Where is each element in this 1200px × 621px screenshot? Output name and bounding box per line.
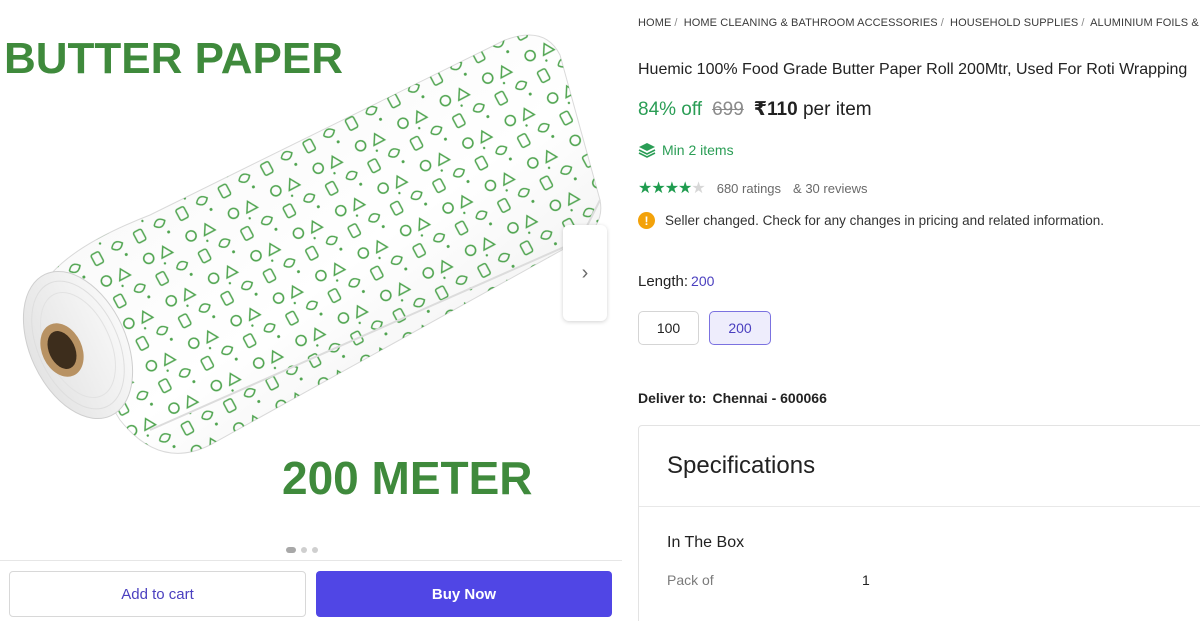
spec-key-pack-of: Pack of bbox=[667, 572, 714, 588]
star-rating: ★★★★★ bbox=[638, 180, 706, 197]
buy-now-button[interactable]: Buy Now bbox=[316, 571, 612, 617]
purchase-action-bar: Add to cart Buy Now bbox=[0, 560, 622, 621]
min-items-text: Min 2 items bbox=[662, 142, 734, 158]
length-option-100[interactable]: 100 bbox=[638, 311, 699, 345]
selling-price: ₹110 per item bbox=[754, 98, 872, 121]
specifications-title: Specifications bbox=[667, 452, 816, 479]
breadcrumb-household-supplies[interactable]: HOUSEHOLD SUPPLIES bbox=[950, 17, 1078, 29]
spec-section-in-the-box: In The Box bbox=[667, 534, 745, 551]
seller-changed-notice: ! Seller changed. Check for any changes … bbox=[638, 212, 1104, 229]
price-unit: per item bbox=[802, 99, 872, 120]
reviews-count: & 30 reviews bbox=[793, 180, 868, 196]
price-row: 84% off 699 ₹110 per item bbox=[638, 98, 872, 121]
breadcrumb: HOME / HOME CLEANING & BATHROOM ACCESSORI… bbox=[638, 17, 1200, 29]
image-heading-text: BUTTER PAPER bbox=[4, 34, 343, 83]
notice-text: Seller changed. Check for any changes in… bbox=[665, 213, 1105, 228]
deliver-city: Chennai - 600066 bbox=[712, 390, 827, 406]
add-to-cart-button[interactable]: Add to cart bbox=[9, 571, 306, 617]
product-details: HOME / HOME CLEANING & BATHROOM ACCESSORI… bbox=[638, 0, 1200, 621]
breadcrumb-home[interactable]: HOME bbox=[638, 17, 671, 29]
breadcrumb-home-cleaning[interactable]: HOME CLEANING & BATHROOM ACCESSORIES bbox=[684, 17, 938, 29]
breadcrumb-separator: / bbox=[940, 17, 944, 29]
image-caption-text: 200 METER bbox=[282, 452, 533, 504]
deliver-label: Deliver to: bbox=[638, 390, 707, 406]
length-selector-label: Length: 200 bbox=[638, 273, 714, 290]
next-image-button[interactable]: › bbox=[563, 225, 607, 321]
product-title: Huemic 100% Food Grade Butter Paper Roll… bbox=[638, 61, 1188, 78]
delivery-location[interactable]: Deliver to: Chennai - 600066 bbox=[638, 390, 827, 406]
discount-percent: 84% off bbox=[638, 99, 703, 120]
carousel-dot-1[interactable] bbox=[286, 547, 296, 553]
original-price: 699 bbox=[712, 99, 744, 120]
product-image-gallery[interactable]: BUTTER PAPER 200 METER › bbox=[0, 0, 620, 560]
layers-icon bbox=[638, 143, 656, 158]
length-option-200[interactable]: 200 bbox=[709, 311, 771, 345]
spec-value-pack-of: 1 bbox=[862, 572, 870, 588]
carousel-dots bbox=[286, 547, 318, 553]
ratings-count: 680 ratings bbox=[716, 180, 782, 196]
ratings-summary[interactable]: ★★★★★ 680 ratings & 30 reviews bbox=[638, 178, 867, 198]
chevron-right-icon: › bbox=[581, 261, 589, 284]
carousel-dot-2[interactable] bbox=[301, 547, 307, 553]
breadcrumb-separator: / bbox=[1081, 17, 1085, 29]
info-icon: ! bbox=[638, 212, 655, 229]
length-label-text: Length: bbox=[638, 273, 689, 290]
breadcrumb-separator: / bbox=[674, 17, 678, 29]
length-selected-value: 200 bbox=[691, 273, 715, 289]
min-items-badge: Min 2 items bbox=[638, 142, 734, 158]
specifications-panel: Specifications In The Box Pack of 1 bbox=[638, 425, 1200, 621]
breadcrumb-aluminium-foils[interactable]: ALUMINIUM FOILS & SHRINK WRAPS bbox=[1090, 17, 1200, 29]
specifications-header: Specifications bbox=[639, 426, 1200, 507]
selling-price-value: ₹110 bbox=[753, 99, 798, 120]
carousel-dot-3[interactable] bbox=[312, 547, 318, 553]
product-image: BUTTER PAPER 200 METER bbox=[4, 34, 602, 504]
